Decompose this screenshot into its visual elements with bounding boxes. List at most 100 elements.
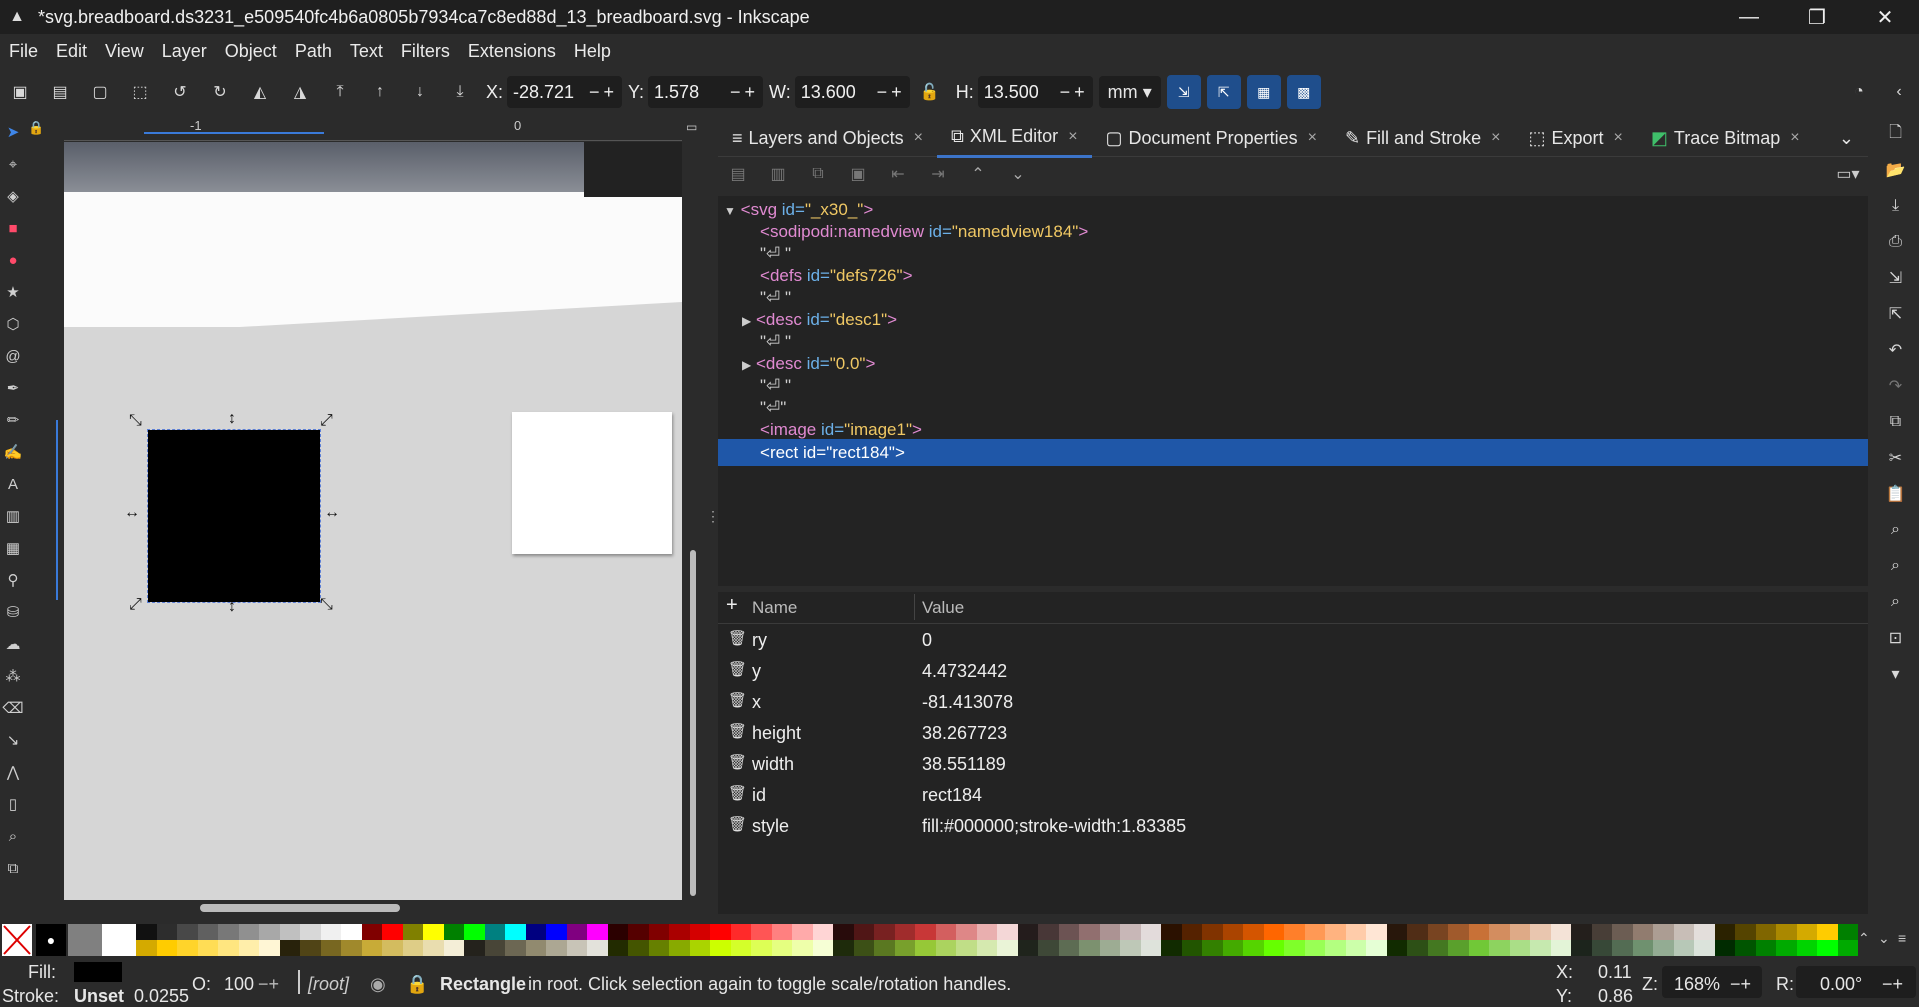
scale-handle-sw-icon[interactable]: ⤢ [129,596,142,614]
x-stepper[interactable]: −+ [589,82,618,103]
flip-horizontal-icon[interactable]: ◭ [244,76,276,108]
color-swatch[interactable] [1058,940,1079,956]
scale-handle-n-icon[interactable]: ↕ [228,410,236,428]
fill-indicator[interactable] [74,962,122,982]
transform-gradients-toggle-icon[interactable]: ▦ [1246,75,1281,109]
color-swatch[interactable] [1714,924,1735,940]
color-swatch[interactable] [648,924,669,940]
color-swatch[interactable] [1468,940,1489,956]
color-swatch[interactable] [259,924,280,940]
color-swatch[interactable] [976,924,997,940]
color-swatch[interactable] [1202,940,1223,956]
connector-tool-icon[interactable]: ↘ [0,724,26,756]
opacity-stepper[interactable]: −+ [258,974,279,995]
rotate-input[interactable]: 0.00° −+ [1796,966,1916,998]
redo-icon[interactable]: ↷ [1872,368,1919,404]
color-swatch[interactable] [279,924,300,940]
zoom-drawing-icon[interactable]: ⌕ [1872,548,1919,584]
tab-xml-editor[interactable]: ⧉ XML Editor × [936,119,1092,158]
color-swatch[interactable] [1817,924,1838,940]
delete-attribute-icon[interactable]: 🗑 [728,784,747,802]
color-swatch[interactable] [812,924,833,940]
close-tab-icon[interactable]: × [914,129,923,147]
delete-attribute-icon[interactable]: 🗑 [728,629,747,647]
color-swatch[interactable] [382,940,403,956]
color-swatch[interactable] [751,940,772,956]
opacity-value[interactable]: 100 [224,974,254,995]
palette-scroll-down-icon[interactable]: ⌄ [1878,930,1890,947]
color-swatch[interactable] [1735,924,1756,940]
more-commands-icon[interactable]: ▾ [1872,656,1919,692]
color-swatch[interactable] [361,924,382,940]
select-all-layers-icon[interactable]: ▤ [44,76,76,108]
color-swatch[interactable] [546,924,567,940]
attribute-row[interactable]: 🗑 width 38.551189 [718,749,1868,780]
color-swatch[interactable] [1222,940,1243,956]
color-swatch[interactable] [1714,940,1735,956]
zoom-tool-icon[interactable]: ⌕ [0,820,26,852]
color-swatch[interactable] [1509,924,1530,940]
menu-help[interactable]: Help [565,41,620,62]
h-stepper[interactable]: −+ [1060,82,1089,103]
color-swatch[interactable] [1612,924,1633,940]
close-tab-icon[interactable]: × [1790,129,1799,147]
color-swatch[interactable] [997,940,1018,956]
rotate-ccw-icon[interactable]: ↺ [164,76,196,108]
color-swatch[interactable] [1632,940,1653,956]
color-swatch[interactable] [1571,924,1592,940]
expand-triangle-icon[interactable]: ▶ [742,314,751,328]
color-swatch[interactable] [300,924,321,940]
color-swatch[interactable] [1468,924,1489,940]
color-swatch[interactable] [464,940,485,956]
color-swatch[interactable] [1038,924,1059,940]
color-swatch[interactable] [1407,924,1428,940]
attribute-value[interactable]: 38.267723 [922,723,1007,744]
color-swatch[interactable] [833,940,854,956]
color-swatch[interactable] [1632,924,1653,940]
color-swatch[interactable] [443,940,464,956]
color-swatch[interactable] [1817,940,1838,956]
raise-node-icon[interactable]: ⌃ [962,158,994,190]
canvas-vertical-scrollbar[interactable] [690,550,696,896]
color-swatch[interactable] [607,924,628,940]
delete-node-icon[interactable]: ▣ [842,158,874,190]
color-swatch[interactable] [505,924,526,940]
color-swatch[interactable] [1837,924,1858,940]
canvas-display-mode-icon[interactable]: ▭ [686,120,697,134]
spray-tool-icon[interactable]: ⁂ [0,660,26,692]
color-swatch[interactable] [935,940,956,956]
menu-path[interactable]: Path [286,41,341,62]
white-swatch[interactable] [102,924,136,956]
color-swatch[interactable] [915,940,936,956]
pen-tool-icon[interactable]: ✒ [0,372,26,404]
xml-node-rect184[interactable]: <rect id="rect184"> [760,439,905,466]
color-swatch[interactable] [177,924,198,940]
close-tab-icon[interactable]: × [1068,128,1077,146]
attribute-value[interactable]: rect184 [922,785,982,806]
tab-layers-and-objects[interactable]: ≡ Layers and Objects × [718,120,937,156]
undo-icon[interactable]: ↶ [1872,332,1919,368]
flip-vertical-icon[interactable]: ◮ [284,76,316,108]
color-swatch[interactable] [1530,940,1551,956]
color-swatch[interactable] [1489,940,1510,956]
color-swatch[interactable] [1591,924,1612,940]
color-swatch[interactable] [341,940,362,956]
color-swatch[interactable] [1694,924,1715,940]
delete-attribute-icon[interactable]: 🗑 [728,815,747,833]
tab-trace-bitmap[interactable]: ◩ Trace Bitmap × [1637,120,1814,156]
color-swatch[interactable] [525,924,546,940]
menu-view[interactable]: View [96,41,153,62]
color-swatch[interactable] [1345,940,1366,956]
color-swatch[interactable] [771,940,792,956]
color-swatch[interactable] [689,940,710,956]
color-swatch[interactable] [894,924,915,940]
color-swatch[interactable] [218,924,239,940]
color-swatch[interactable] [1591,940,1612,956]
expand-triangle-icon[interactable]: ▼ [724,204,736,218]
commands-expand-icon[interactable]: ‹ [1883,76,1915,108]
menu-extensions[interactable]: Extensions [459,41,565,62]
scale-handle-se-icon[interactable]: ⤡ [320,596,333,614]
color-swatch[interactable] [1038,940,1059,956]
color-swatch[interactable] [1181,940,1202,956]
3d-box-tool-icon[interactable]: ⬡ [0,308,26,340]
